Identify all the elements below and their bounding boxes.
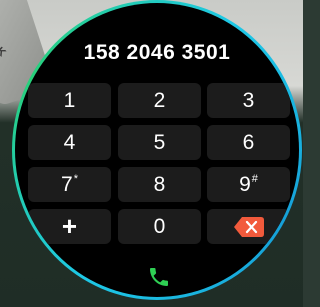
key-1-label: 1: [63, 88, 76, 112]
key-plus[interactable]: +: [28, 209, 111, 244]
key-3[interactable]: 3: [207, 83, 290, 118]
key-4-label: 4: [63, 130, 76, 154]
key-7-label: 7: [61, 172, 73, 196]
key-8[interactable]: 8: [118, 167, 201, 202]
key-7[interactable]: 7 *: [28, 167, 111, 202]
key-0-label: 0: [153, 214, 166, 238]
dialed-number: 158 2046 3501: [83, 41, 231, 64]
key-6[interactable]: 6: [207, 125, 290, 160]
key-1[interactable]: 1: [28, 83, 111, 118]
strap-text: ACK: [0, 31, 10, 61]
key-plus-label: +: [61, 211, 78, 241]
key-6-label: 6: [242, 130, 255, 154]
key-0[interactable]: 0: [118, 209, 201, 244]
key-3-label: 3: [242, 88, 255, 112]
watch-scene: ACK 158 2046 3501 1 2 3 4 5 6 7 * 8 9 # …: [0, 0, 303, 307]
key-4[interactable]: 4: [28, 125, 111, 160]
backspace-icon: [233, 216, 264, 237]
key-7-sub: *: [73, 172, 78, 185]
key-9-sub: #: [251, 172, 258, 185]
key-9[interactable]: 9 #: [207, 167, 290, 202]
key-2-label: 2: [153, 88, 166, 112]
key-9-label: 9: [239, 172, 251, 196]
key-2[interactable]: 2: [118, 83, 201, 118]
key-8-label: 8: [153, 172, 166, 196]
key-5-label: 5: [153, 130, 166, 154]
phone-icon[interactable]: [147, 265, 171, 289]
delete-button[interactable]: [207, 209, 290, 244]
dialer-screen: 158 2046 3501 1 2 3 4 5 6 7 * 8 9 # + 0: [15, 3, 299, 297]
key-5[interactable]: 5: [118, 125, 201, 160]
